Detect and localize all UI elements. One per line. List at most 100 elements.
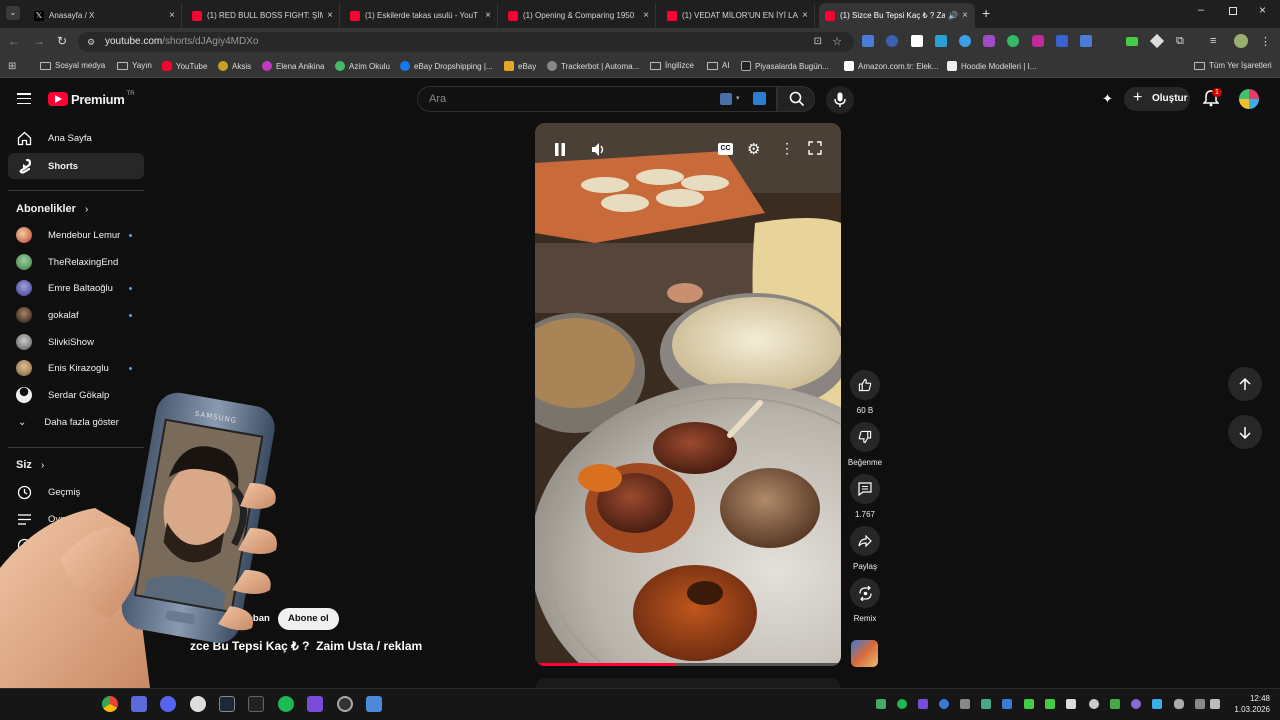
browser-tab[interactable]: (1) RED BULL BOSS FIGHT: ŞİMŞ ×: [186, 3, 340, 28]
bookmark-item[interactable]: AI: [707, 61, 730, 70]
fullscreen-icon[interactable]: [808, 141, 824, 157]
close-icon[interactable]: ×: [962, 10, 968, 21]
bookmark-item[interactable]: Elena Anikina: [262, 61, 324, 71]
bookmark-item[interactable]: Hoodie Modelleri | I...: [947, 61, 1036, 71]
extension-icon[interactable]: [911, 35, 923, 47]
hamburger-menu-icon[interactable]: [17, 93, 31, 105]
tab-search-icon[interactable]: ⌄: [6, 6, 20, 20]
tray-icon[interactable]: [1131, 699, 1141, 709]
extension-icon[interactable]: [886, 35, 898, 47]
back-icon[interactable]: ←: [8, 34, 20, 48]
close-icon[interactable]: ×: [169, 10, 175, 21]
like-circle[interactable]: [850, 370, 880, 400]
chevron-down-icon[interactable]: ▾: [736, 87, 740, 111]
new-tab-button[interactable]: +: [982, 5, 990, 21]
browser-tab-active[interactable]: (1) Sizce Bu Tepsi Kaç ₺ ? Za 🔊 ×: [819, 3, 975, 28]
search-button[interactable]: [777, 86, 815, 112]
subscription-channel[interactable]: gokalaf: [8, 302, 144, 328]
apps-grid-icon[interactable]: ⊞: [8, 61, 16, 72]
bookmark-item[interactable]: Piyasalarda Bugün...: [741, 61, 829, 71]
sidebar-item-shorts[interactable]: Shorts: [8, 153, 144, 179]
browser-tab[interactable]: (1) Opening & Comparing 1950 ×: [502, 3, 656, 28]
minimize-icon[interactable]: –: [1198, 4, 1204, 16]
browser-tab[interactable]: (1) Eskilerde takas usulü - YouT ×: [344, 3, 498, 28]
subscription-channel[interactable]: Mendebur Lemur: [8, 222, 144, 248]
tray-icon[interactable]: [1152, 699, 1162, 709]
extension-icon[interactable]: [959, 35, 971, 47]
speaker-icon[interactable]: 🔊: [948, 11, 958, 20]
install-icon[interactable]: ⊡: [814, 32, 822, 52]
browser-tab[interactable]: 𝕏 Anasayfa / X ×: [28, 3, 182, 28]
ai-sparkle-icon[interactable]: ✦: [1102, 91, 1113, 107]
taskbar-clock[interactable]: 12:48 1.03.2026: [1226, 693, 1270, 715]
bookmark-item[interactable]: Amazon.com.tr: Elek...: [844, 61, 938, 71]
subscription-channel[interactable]: SlivkiShow: [8, 329, 144, 355]
chrome-icon[interactable]: [102, 696, 118, 712]
spotify-icon[interactable]: [278, 696, 294, 712]
subscription-channel[interactable]: TheRelaxingEnd: [8, 249, 144, 275]
tray-icon[interactable]: [939, 699, 949, 709]
dislike-button[interactable]: Beğenme: [848, 422, 882, 467]
remix-circle[interactable]: [850, 578, 880, 608]
share-button[interactable]: Paylaş: [849, 526, 881, 571]
tray-icon[interactable]: [897, 699, 907, 709]
tray-icon[interactable]: [918, 699, 928, 709]
translate-extension-icon[interactable]: [862, 35, 874, 47]
comments-circle[interactable]: [850, 474, 880, 504]
steam-icon[interactable]: [219, 696, 235, 712]
forward-icon[interactable]: →: [33, 34, 45, 48]
bookmark-item[interactable]: Sosyal medya: [40, 61, 105, 70]
more-options-icon[interactable]: ⋮: [780, 140, 794, 157]
subscription-channel[interactable]: Emre Baltaoğlu: [8, 275, 144, 301]
search-input[interactable]: Ara ▾: [417, 86, 777, 112]
bookmark-item[interactable]: Aksis: [218, 61, 251, 71]
xbox-icon[interactable]: [190, 696, 206, 712]
close-icon[interactable]: ×: [327, 10, 333, 21]
tray-icon[interactable]: [876, 699, 886, 709]
audio-track-thumbnail[interactable]: [851, 640, 878, 667]
captions-button[interactable]: CC: [718, 143, 733, 155]
pause-button[interactable]: [554, 143, 568, 157]
volume-tray-icon[interactable]: [1210, 699, 1220, 709]
dislike-circle[interactable]: [850, 422, 880, 452]
extension-icon[interactable]: [1056, 35, 1068, 47]
tray-icon[interactable]: [1089, 699, 1099, 709]
account-avatar[interactable]: [1239, 89, 1259, 109]
create-button[interactable]: + Oluştur: [1124, 87, 1190, 111]
share-circle[interactable]: [850, 526, 880, 556]
close-icon[interactable]: ×: [802, 10, 808, 21]
url-field[interactable]: ⚙ youtube.com/shorts/dJAgiy4MDXo ⊡ ☆: [78, 32, 854, 52]
subscriptions-heading[interactable]: Abonelikler ›: [16, 203, 88, 215]
close-icon[interactable]: ×: [643, 10, 649, 21]
settings-gear-icon[interactable]: ⚙: [747, 140, 760, 158]
all-bookmarks[interactable]: Tüm Yer İşaretleri: [1194, 61, 1272, 70]
previous-short-button[interactable]: [1228, 367, 1262, 401]
extension-icon[interactable]: [983, 35, 995, 47]
next-short-button[interactable]: [1228, 415, 1262, 449]
tray-icon[interactable]: [960, 699, 970, 709]
browser-tab[interactable]: (1) VEDAT MİLOR'UN EN İYİ LA ×: [661, 3, 815, 28]
tray-icon[interactable]: [981, 699, 991, 709]
volume-button[interactable]: [591, 142, 607, 158]
bookmark-item[interactable]: eBay: [504, 61, 536, 71]
app-icon[interactable]: [131, 696, 147, 712]
sidebar-item-home[interactable]: Ana Sayfa: [8, 125, 144, 151]
discord-icon[interactable]: [160, 696, 176, 712]
app-icon[interactable]: [337, 696, 353, 712]
extension-icon[interactable]: [1149, 33, 1165, 49]
bookmark-item[interactable]: İngilizce: [650, 61, 694, 70]
remix-button[interactable]: Remix: [849, 578, 881, 623]
extensions-puzzle-icon[interactable]: ⧉: [1176, 35, 1184, 48]
display-tray-icon[interactable]: [1195, 699, 1205, 709]
extension-icon[interactable]: [1032, 35, 1044, 47]
tray-icon[interactable]: [1002, 699, 1012, 709]
app-icon[interactable]: [307, 696, 323, 712]
tray-icon[interactable]: [1110, 699, 1120, 709]
bookmark-star-icon[interactable]: ☆: [832, 32, 842, 52]
tray-icon[interactable]: [1066, 699, 1076, 709]
bookmark-item[interactable]: Trackerbot | Automa...: [547, 61, 639, 71]
close-icon[interactable]: ×: [485, 10, 491, 21]
extension-icon[interactable]: [1080, 35, 1092, 47]
site-info-icon[interactable]: ⚙: [87, 32, 95, 52]
microphone-tray-icon[interactable]: [1174, 699, 1184, 709]
